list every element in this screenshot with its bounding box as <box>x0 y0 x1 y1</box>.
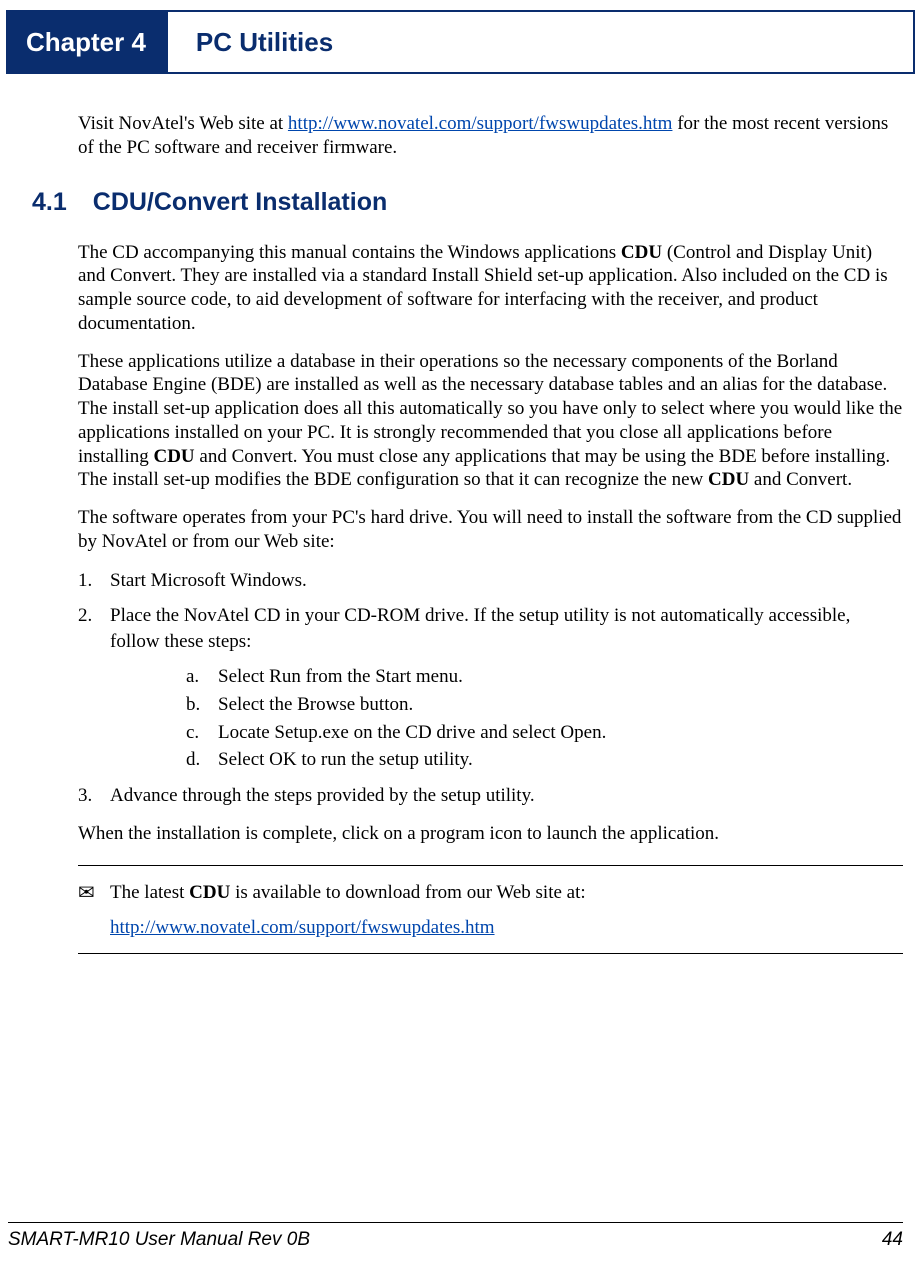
substep-letter: a. <box>186 664 218 690</box>
list-item: 1. Start Microsoft Windows. <box>78 568 903 594</box>
step-number: 3. <box>78 783 110 809</box>
text: and Convert. <box>749 469 852 490</box>
substep-letter: d. <box>186 747 218 773</box>
section-heading: 4.1 CDU/Convert Installation <box>32 188 903 217</box>
footer-page-number: 44 <box>882 1229 903 1251</box>
chapter-header: Chapter 4 PC Utilities <box>6 10 915 74</box>
step-number: 2. <box>78 603 110 654</box>
list-item: 3. Advance through the steps provided by… <box>78 783 903 809</box>
chapter-label: Chapter 4 <box>8 12 168 72</box>
footer-doc-title: SMART-MR10 User Manual Rev 0B <box>8 1229 310 1251</box>
intro-text-pre: Visit NovAtel's Web site at <box>78 113 288 134</box>
substep-letter: c. <box>186 720 218 746</box>
substep-text: Locate Setup.exe on the CD drive and sel… <box>218 720 606 746</box>
firmware-updates-link[interactable]: http://www.novatel.com/support/fwswupdat… <box>288 113 673 134</box>
list-item: c. Locate Setup.exe on the CD drive and … <box>186 720 903 746</box>
note-text: The latest CDU is available to download … <box>110 880 903 907</box>
completion-paragraph: When the installation is complete, click… <box>78 823 903 845</box>
note-block: ✉ The latest CDU is available to downloa… <box>78 865 903 954</box>
body-paragraph-2: These applications utilize a database in… <box>78 350 903 493</box>
substep-text: Select Run from the Start menu. <box>218 664 463 690</box>
intro-paragraph: Visit NovAtel's Web site at http://www.n… <box>78 112 903 160</box>
list-item: 2. Place the NovAtel CD in your CD-ROM d… <box>78 603 903 654</box>
section-title: CDU/Convert Installation <box>93 188 387 217</box>
sub-steps-list: a. Select Run from the Start menu. b. Se… <box>186 664 903 773</box>
step-text: Start Microsoft Windows. <box>110 568 307 594</box>
list-item: b. Select the Browse button. <box>186 692 903 718</box>
note-link-line: http://www.novatel.com/support/fwswupdat… <box>110 917 903 939</box>
text: The latest <box>110 882 189 903</box>
page-footer: SMART-MR10 User Manual Rev 0B 44 <box>8 1222 903 1251</box>
body-paragraph-3: The software operates from your PC's har… <box>78 506 903 554</box>
text-bold: CDU <box>153 446 194 467</box>
chapter-title: PC Utilities <box>168 12 913 72</box>
text-bold: CDU <box>189 882 230 903</box>
install-steps-list: 1. Start Microsoft Windows. 2. Place the… <box>78 568 903 809</box>
page-content: Visit NovAtel's Web site at http://www.n… <box>0 74 921 954</box>
step-text: Advance through the steps provided by th… <box>110 783 535 809</box>
section-number: 4.1 <box>32 188 67 217</box>
text-bold: CDU <box>708 469 749 490</box>
text: The CD accompanying this manual contains… <box>78 242 621 263</box>
text: is available to download from our Web si… <box>230 882 585 903</box>
note-row: ✉ The latest CDU is available to downloa… <box>78 880 903 907</box>
envelope-icon: ✉ <box>78 880 110 907</box>
substep-text: Select OK to run the setup utility. <box>218 747 473 773</box>
list-item: d. Select OK to run the setup utility. <box>186 747 903 773</box>
download-link[interactable]: http://www.novatel.com/support/fwswupdat… <box>110 917 495 938</box>
step-number: 1. <box>78 568 110 594</box>
substep-letter: b. <box>186 692 218 718</box>
list-item: a. Select Run from the Start menu. <box>186 664 903 690</box>
step-text: Place the NovAtel CD in your CD-ROM driv… <box>110 603 903 654</box>
substep-text: Select the Browse button. <box>218 692 413 718</box>
text-bold: CDU <box>621 242 662 263</box>
body-paragraph-1: The CD accompanying this manual contains… <box>78 241 903 336</box>
